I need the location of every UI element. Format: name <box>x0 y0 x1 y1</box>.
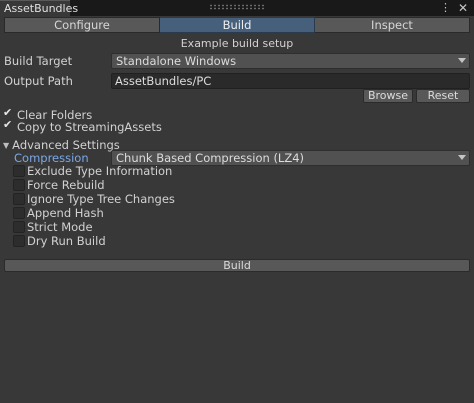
checkbox[interactable] <box>13 235 25 247</box>
checkbox[interactable] <box>13 221 25 233</box>
tab-inspect[interactable]: Inspect <box>315 17 470 33</box>
build-target-value: Standalone Windows <box>116 54 237 68</box>
mode-toolbar: Configure Build Inspect <box>4 17 470 33</box>
checkbox[interactable] <box>13 179 25 191</box>
checkbox[interactable]: ✔ <box>3 118 15 133</box>
build-target-dropdown[interactable]: Standalone Windows <box>111 53 470 69</box>
kebab-menu-icon[interactable]: ⋮ <box>440 0 451 16</box>
build-target-label: Build Target <box>4 54 73 68</box>
output-path-input[interactable]: AssetBundles/PC <box>111 73 470 89</box>
append-hash-label: Append Hash <box>27 206 104 220</box>
checkmark-icon: ✔ <box>3 118 13 131</box>
build-button[interactable]: Build <box>4 259 470 272</box>
chevron-down-icon <box>458 155 466 160</box>
checkbox[interactable] <box>13 207 25 219</box>
reset-button[interactable]: Reset <box>416 89 470 103</box>
exclude-type-information-label: Exclude Type Information <box>27 164 173 178</box>
output-path-label: Output Path <box>4 74 73 88</box>
chevron-down-icon <box>458 58 466 63</box>
ignore-type-tree-changes-label: Ignore Type Tree Changes <box>27 192 175 206</box>
strict-mode-label: Strict Mode <box>27 220 93 234</box>
window-tab[interactable]: AssetBundles <box>0 0 78 16</box>
compression-value: Chunk Based Compression (LZ4) <box>116 151 305 165</box>
force-rebuild-label: Force Rebuild <box>27 178 105 192</box>
tab-build[interactable]: Build <box>160 17 315 33</box>
foldout-triangle-icon: ▼ <box>3 141 10 150</box>
build-setup-title: Example build setup <box>180 37 294 50</box>
tab-configure[interactable]: Configure <box>4 17 160 33</box>
window-title-bar: AssetBundles ⋮ ✕ <box>0 0 474 16</box>
copy-streaming-assets-label: Copy to StreamingAssets <box>17 120 162 134</box>
checkbox[interactable] <box>13 165 25 177</box>
close-icon[interactable]: ✕ <box>456 0 470 16</box>
dry-run-build-label: Dry Run Build <box>27 234 106 248</box>
browse-button[interactable]: Browse <box>363 89 413 103</box>
checkbox[interactable] <box>13 193 25 205</box>
drag-grip-icon[interactable] <box>209 4 265 10</box>
